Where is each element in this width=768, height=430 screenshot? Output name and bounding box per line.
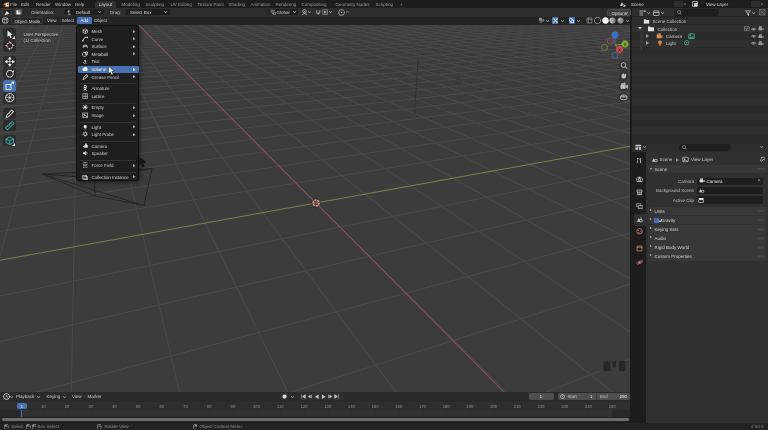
svg-text:Y: Y [623, 42, 626, 47]
svg-text:a: a [83, 60, 87, 65]
